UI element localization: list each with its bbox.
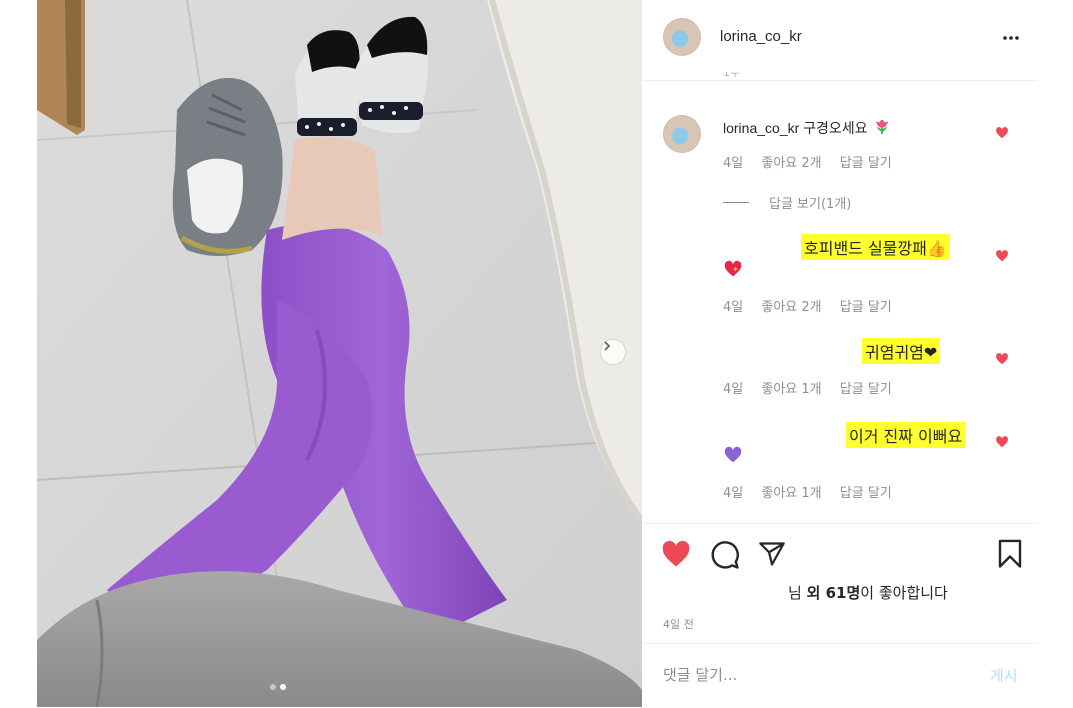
reply-text: 이거 진짜 이뻐요 <box>846 422 966 448</box>
reply-likes[interactable]: 좋아요 1개 <box>761 382 821 397</box>
divider <box>723 202 749 203</box>
share-icon[interactable] <box>757 540 787 568</box>
comment-likes[interactable]: 좋아요 2개 <box>761 156 821 171</box>
tulip-icon <box>876 119 889 134</box>
comment-icon[interactable] <box>710 540 740 570</box>
post-photo[interactable] <box>37 0 642 707</box>
reply-time: 4일 <box>723 300 744 315</box>
more-options-icon[interactable] <box>1002 26 1020 44</box>
reply-likes[interactable]: 좋아요 2개 <box>761 300 821 315</box>
carousel-indicator <box>270 684 286 690</box>
likes-summary[interactable]: 님 외 61명이 좋아합니다 <box>788 582 948 603</box>
post-image <box>37 0 642 707</box>
reply-text: 귀염귀염❤ <box>862 338 941 364</box>
post-username[interactable]: lorina_co_kr <box>720 28 802 45</box>
scrolled-text-fragment: 1주 <box>723 72 741 79</box>
comment-avatar[interactable] <box>663 115 701 153</box>
reply-likes[interactable]: 좋아요 1개 <box>761 486 821 501</box>
reply-button[interactable]: 답글 달기 <box>840 486 892 501</box>
post-timestamp[interactable]: 4일 전 <box>663 616 694 632</box>
reply-like-icon[interactable] <box>995 249 1009 263</box>
like-heart-icon[interactable] <box>661 540 691 568</box>
comment-input[interactable] <box>663 666 963 684</box>
view-replies-button[interactable]: 답글 보기(1개) <box>723 193 851 212</box>
sparkling-heart-icon <box>724 260 742 277</box>
carousel-dot-active <box>280 684 286 690</box>
likes-count[interactable]: 외 61명 <box>807 584 861 602</box>
chevron-right-icon <box>604 341 611 351</box>
comment-time: 4일 <box>723 156 744 171</box>
reply-like-icon[interactable] <box>995 352 1009 366</box>
comment-username[interactable]: lorina_co_kr <box>723 120 799 136</box>
likes-suffix: 이 좋아합니다 <box>860 584 948 602</box>
reply-time: 4일 <box>723 382 744 397</box>
reply-text: 호피밴드 실물깡패👍 <box>801 234 950 260</box>
reply-meta: 4일 좋아요 2개 답글 달기 <box>723 296 906 315</box>
reply-time: 4일 <box>723 486 744 501</box>
reply-button[interactable]: 답글 달기 <box>840 300 892 315</box>
comment-first: lorina_co_kr 구경오세요 <box>723 118 891 138</box>
reply-button[interactable]: 답글 달기 <box>840 382 892 397</box>
carousel-dot <box>270 684 276 690</box>
comment-text: 구경오세요 <box>803 120 868 136</box>
comment-like-icon[interactable] <box>995 126 1009 140</box>
reply-like-icon[interactable] <box>995 435 1009 449</box>
bookmark-icon[interactable] <box>997 539 1023 569</box>
comment-composer: 게시 <box>643 643 1038 708</box>
reply-meta: 4일 좋아요 1개 답글 달기 <box>723 378 906 397</box>
view-replies-label: 답글 보기(1개) <box>769 197 852 212</box>
reply-button[interactable]: 답글 달기 <box>840 156 892 171</box>
reply-meta: 4일 좋아요 1개 답글 달기 <box>723 482 906 501</box>
next-photo-button[interactable] <box>601 340 625 364</box>
comment-meta: 4일 좋아요 2개 답글 달기 <box>723 152 906 171</box>
post-side-panel: lorina_co_kr 1주 lorina_co_kr 구경오세요 4일 좋아… <box>643 0 1038 707</box>
avatar[interactable] <box>663 18 701 56</box>
likes-prefix: 님 <box>788 584 807 602</box>
post-header: lorina_co_kr <box>643 0 1038 81</box>
post-comment-button[interactable]: 게시 <box>990 665 1018 686</box>
purple-heart-icon <box>724 446 742 463</box>
